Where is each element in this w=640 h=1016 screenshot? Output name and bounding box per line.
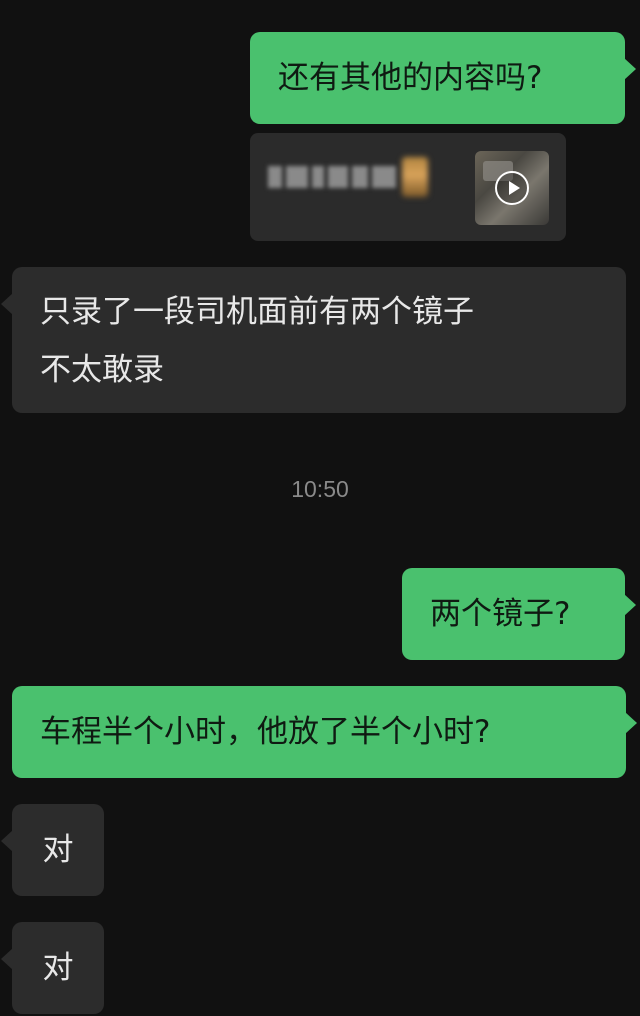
message-text-line-2: 不太敢录	[40, 352, 164, 388]
play-icon[interactable]	[495, 171, 529, 205]
shared-video-card[interactable]	[250, 133, 566, 241]
received-message-bubble[interactable]: 对	[1, 922, 104, 1014]
message-text: 车程半个小时，他放了半个小时?	[40, 714, 491, 750]
message-text: 对	[42, 832, 74, 868]
video-thumbnail[interactable]	[475, 151, 549, 225]
blurred-caption	[268, 157, 398, 197]
received-message-bubble[interactable]: 只录了一段司机面前有两个镜子 不太敢录	[1, 267, 626, 413]
timestamp: 10:50	[291, 476, 349, 502]
blurred-emoji	[402, 157, 428, 197]
received-message-bubble[interactable]: 对	[1, 804, 104, 896]
sent-message-bubble[interactable]: 还有其他的内容吗?	[250, 32, 636, 124]
message-text-line-1: 只录了一段司机面前有两个镜子	[40, 294, 474, 330]
sent-message-bubble[interactable]: 车程半个小时，他放了半个小时?	[12, 686, 637, 778]
message-text: 还有其他的内容吗?	[278, 60, 543, 96]
message-text: 对	[42, 950, 74, 986]
message-text: 两个镜子?	[430, 596, 571, 632]
sent-message-bubble[interactable]: 两个镜子?	[402, 568, 636, 660]
